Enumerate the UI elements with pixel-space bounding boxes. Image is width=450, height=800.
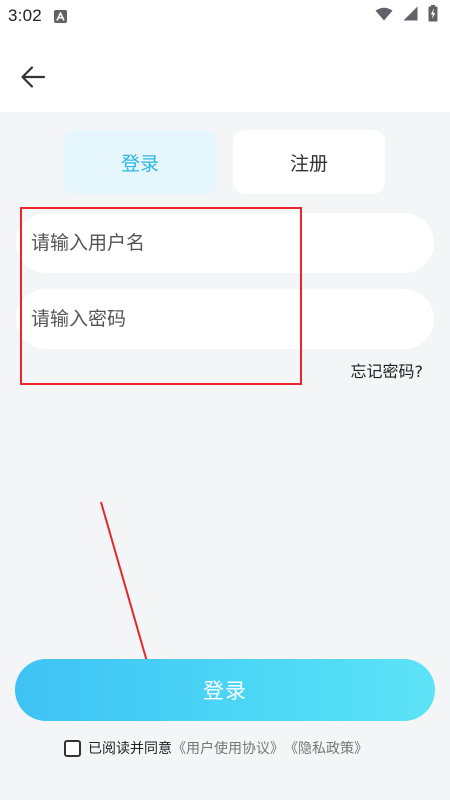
app-a-icon [53,10,67,23]
password-input[interactable] [31,308,434,330]
agree-checkbox[interactable] [64,739,81,757]
forgot-password-link[interactable]: 忘记密码? [351,358,424,382]
battery-charging-icon [428,5,438,27]
status-bar-right [375,5,438,27]
user-agreement-link[interactable]: 《用户使用协议》 [172,738,284,758]
status-bar-left: 3:02 [8,6,67,26]
login-button[interactable]: 登录 [15,659,435,721]
status-bar: 3:02 [0,0,450,32]
agreement-row: 已阅读并同意 《用户使用协议》 《隐私政策》 [64,737,368,759]
top-bar [0,32,450,112]
password-field-container [16,289,434,349]
agree-text: 已阅读并同意 [88,741,172,757]
privacy-policy-link[interactable]: 《隐私政策》 [284,738,368,758]
username-input[interactable] [31,232,434,254]
tab-login[interactable]: 登录 [63,130,217,194]
wifi-icon [375,7,393,26]
signal-icon [403,6,418,26]
back-button[interactable] [16,62,50,96]
status-time: 3:02 [8,6,42,25]
username-field-container [16,213,434,273]
arrow-left-icon [20,64,46,94]
tab-register[interactable]: 注册 [233,130,385,194]
